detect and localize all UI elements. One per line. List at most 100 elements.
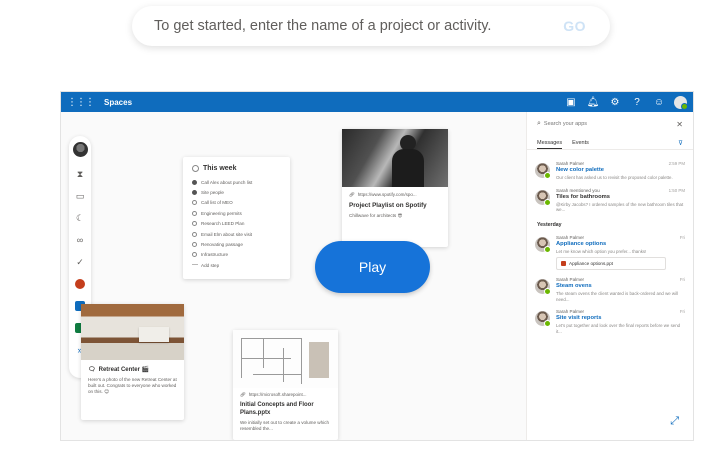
message-subject: Tiles for bathrooms xyxy=(556,193,611,200)
sender-avatar xyxy=(535,311,551,327)
todo-title-row: This week xyxy=(192,165,281,172)
todo-checkbox[interactable] xyxy=(192,242,197,248)
sender-avatar xyxy=(535,163,551,179)
search-input[interactable] xyxy=(543,121,677,127)
search-icon: ⌕ xyxy=(537,120,541,127)
message-item[interactable]: Sarah Palmer 2:59 PM New color palette Our … xyxy=(527,154,693,181)
floor-plans-link[interactable]: https://microsoft.sharepoint... xyxy=(249,392,307,398)
todo-checkbox[interactable] xyxy=(192,221,197,227)
message-item[interactable]: Sarah mentioned you 1:50 PM Tiles for bath… xyxy=(527,181,693,213)
retreat-card-body: Here's a photo of the new Retreat Center… xyxy=(88,377,177,394)
spotify-card[interactable]: 🔗︎ https://www.spotify.com/spo... Projec… xyxy=(342,129,448,247)
spaces-app-window: ⋮⋮⋮ Spaces ▣ 🔔︎ ⚙ ? ☺ ⧗ ▭ ☾ ∞ ✓ » This w… xyxy=(61,92,693,440)
powerpoint-icon[interactable] xyxy=(75,273,85,295)
gear-icon[interactable]: ⚙ xyxy=(604,97,626,108)
message-sender: Sarah Palmer xyxy=(556,161,585,166)
link-icon: 🔗︎ xyxy=(240,392,246,397)
close-icon[interactable]: ✕ xyxy=(676,120,683,129)
floor-plans-title: Initial Concepts and Floor Plans.pptx xyxy=(240,402,314,416)
smiley-icon[interactable]: ☺ xyxy=(648,97,670,108)
todo-item[interactable]: Site people xyxy=(192,187,281,197)
message-preview: Let's put together and look over the fin… xyxy=(556,323,681,334)
todo-item-label: Engineering permits xyxy=(201,210,242,216)
todo-checkbox[interactable] xyxy=(192,190,197,196)
message-preview: The steam ovens the client wanted is bac… xyxy=(556,291,679,302)
sender-avatar xyxy=(535,279,551,295)
section-yesterday: Yesterday xyxy=(537,221,562,228)
todo-item[interactable]: Renovating passage xyxy=(192,239,281,249)
space-canvas[interactable]: ⧗ ▭ ☾ ∞ ✓ » This week Call Alex about pu… xyxy=(61,112,526,440)
message-header: Sarah Palmer Fri xyxy=(556,277,685,282)
message-preview: Our client has asked us to revisit the p… xyxy=(556,175,673,180)
message-sender: Sarah mentioned you xyxy=(556,187,600,193)
message-time: Fri xyxy=(679,234,685,240)
go-button[interactable]: GO xyxy=(563,18,586,34)
tab-messages[interactable]: Messages xyxy=(537,137,563,149)
user-avatar[interactable] xyxy=(674,95,688,110)
message-header: Sarah Palmer Fri xyxy=(556,235,685,240)
todo-checkbox[interactable] xyxy=(192,210,197,216)
spotify-card-subtitle: Chillwave for architects 😎 xyxy=(349,213,403,218)
message-content: Sarah Palmer Fri Steam ovens The steam oven… xyxy=(556,277,685,302)
todo-checkbox[interactable] xyxy=(192,179,197,185)
message-header: Sarah Palmer 2:59 PM xyxy=(556,161,685,166)
prompt-text: To get started, enter the name of a proj… xyxy=(154,18,492,34)
todo-checkbox[interactable] xyxy=(192,200,197,206)
app-title: Spaces xyxy=(104,97,133,107)
floor-link-row: 🔗︎ https://microsoft.sharepoint... xyxy=(233,388,338,398)
bell-icon[interactable]: 🔔︎ xyxy=(582,97,604,108)
message-item[interactable]: Sarah Palmer Fri Appliance options Let me k… xyxy=(527,228,693,270)
image-icon[interactable]: ▭ xyxy=(76,185,85,207)
message-content: Sarah Palmer 2:59 PM New color palette Our … xyxy=(556,161,685,181)
message-content: Sarah mentioned you 1:50 PM Tiles for bath… xyxy=(556,188,685,213)
todo-item[interactable]: Call list of MEO xyxy=(192,198,281,208)
tab-events[interactable]: Events xyxy=(572,137,589,149)
todo-item[interactable]: Engineering permits xyxy=(192,208,281,218)
todo-item[interactable]: Call Alex about punch list xyxy=(192,177,281,187)
message-sender: Sarah Palmer xyxy=(556,309,585,314)
play-button[interactable]: Play xyxy=(315,241,430,293)
floor-plan-thumbnail xyxy=(233,330,338,388)
window-icon[interactable]: ▣ xyxy=(560,97,582,108)
message-time: 1:50 PM xyxy=(668,187,685,193)
hourglass-icon[interactable]: ⧗ xyxy=(77,163,83,185)
check-icon[interactable]: ✓ xyxy=(76,251,84,273)
message-time: Fri xyxy=(679,277,685,282)
todo-item[interactable]: Email Elm about site visit xyxy=(192,229,281,239)
message-sender: Sarah Palmer xyxy=(556,234,585,240)
message-feed: Sarah Palmer 2:59 PM New color palette Our … xyxy=(527,149,693,334)
help-icon[interactable]: ? xyxy=(626,97,648,108)
filter-icon[interactable]: ⊽ xyxy=(678,139,683,147)
todo-item[interactable]: Infrastructure xyxy=(192,250,281,260)
todo-item[interactable]: — Add step xyxy=(192,260,281,270)
floor-plans-card[interactable]: 🔗︎ https://microsoft.sharepoint... Initi… xyxy=(233,330,338,440)
message-subject: New color palette xyxy=(556,167,604,173)
message-header: Sarah Palmer Fri xyxy=(556,309,685,314)
message-item[interactable]: Sarah Palmer Fri Site visit reports Let's p… xyxy=(527,302,693,334)
moon-icon[interactable]: ☾ xyxy=(76,207,84,229)
add-step-icon[interactable]: — xyxy=(192,262,198,268)
message-subject: Site visit reports xyxy=(556,315,602,321)
expand-icon[interactable]: ⤢ xyxy=(670,415,679,428)
message-item[interactable]: Sarah Palmer Fri Steam ovens The steam oven… xyxy=(527,270,693,302)
spotify-link[interactable]: https://www.spotify.com/spo... xyxy=(358,192,417,198)
project-name-prompt[interactable]: To get started, enter the name of a proj… xyxy=(132,6,610,46)
app-launcher-icon[interactable]: ⋮⋮⋮ xyxy=(67,97,95,108)
message-time: 2:59 PM xyxy=(668,161,685,166)
message-subject: Appliance options xyxy=(556,240,607,247)
rail-avatar[interactable] xyxy=(72,142,88,157)
floor-plans-body: We initially set out to create a volume … xyxy=(240,420,330,431)
todo-item-label: Site people xyxy=(201,190,224,196)
todo-list: Call Alex about punch list Site people Cal… xyxy=(192,177,281,271)
todo-item[interactable]: Research LEED Plan xyxy=(192,219,281,229)
link-icon[interactable]: ∞ xyxy=(77,229,83,251)
todo-card[interactable]: This week Call Alex about punch list Site… xyxy=(183,157,290,279)
panel-tabs: Messages Events ⊽ xyxy=(527,137,693,149)
todo-checkbox[interactable] xyxy=(192,252,197,258)
attachment-chip[interactable]: Appliance options.ppt xyxy=(556,257,666,270)
message-preview: @Kirby Jacobs? I ordered samples of the … xyxy=(556,201,684,213)
link-icon: 🔗︎ xyxy=(349,192,355,197)
todo-checkbox[interactable] xyxy=(192,231,197,237)
retreat-center-card[interactable]: 🗨︎ Retreat Center 🎬 Here's a photo of th… xyxy=(81,304,184,420)
message-sender: Sarah Palmer xyxy=(556,277,585,282)
